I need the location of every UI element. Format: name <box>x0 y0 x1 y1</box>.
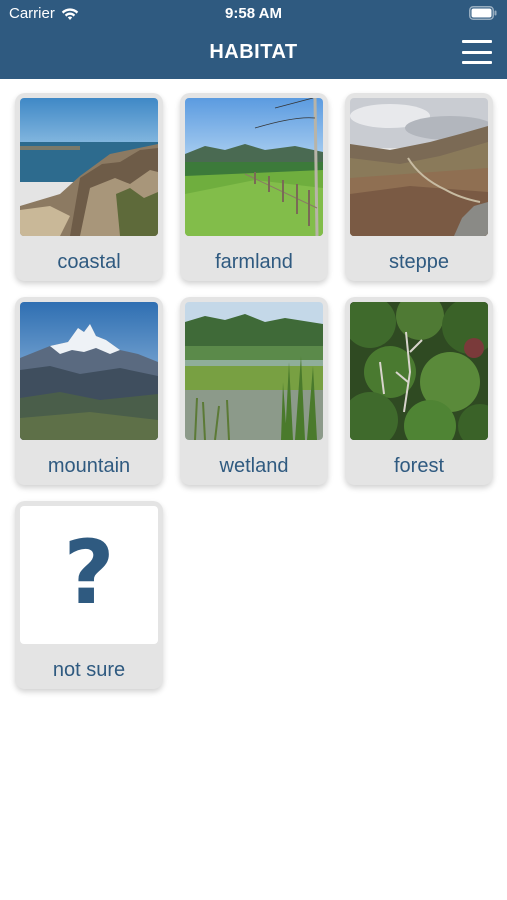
status-bar: Carrier 9:58 AM <box>0 0 507 28</box>
habitat-card-steppe[interactable]: steppe <box>345 93 493 281</box>
battery-icon <box>469 6 497 20</box>
page-title: HABITAT <box>209 41 298 63</box>
habitat-card-wetland[interactable]: wetland <box>180 297 328 485</box>
hamburger-menu-icon[interactable] <box>462 40 492 64</box>
app-header: Carrier 9:58 AM HABITAT <box>0 0 507 79</box>
habitat-card-not-sure[interactable]: ? not sure <box>15 501 163 689</box>
wetland-photo <box>185 302 323 440</box>
steppe-photo <box>350 98 488 236</box>
question-mark-icon: ? <box>63 521 115 624</box>
farmland-photo <box>185 98 323 236</box>
habitat-card-mountain[interactable]: mountain <box>15 297 163 485</box>
habitat-label: wetland <box>219 455 289 477</box>
forest-photo <box>350 302 488 440</box>
status-time: 9:58 AM <box>225 5 282 22</box>
coastal-photo <box>20 98 158 236</box>
habitat-label: coastal <box>57 251 121 273</box>
not-sure-box: ? <box>20 506 158 644</box>
habitat-card-forest[interactable]: forest <box>345 297 493 485</box>
habitat-card-coastal[interactable]: coastal <box>15 93 163 281</box>
habitat-label: steppe <box>388 251 450 273</box>
mountain-photo <box>20 302 158 440</box>
habitat-label: not sure <box>52 659 126 681</box>
habitat-card-farmland[interactable]: farmland <box>180 93 328 281</box>
habitat-label: forest <box>393 455 445 477</box>
habitat-label: mountain <box>47 455 131 477</box>
habitat-label: farmland <box>215 251 293 273</box>
